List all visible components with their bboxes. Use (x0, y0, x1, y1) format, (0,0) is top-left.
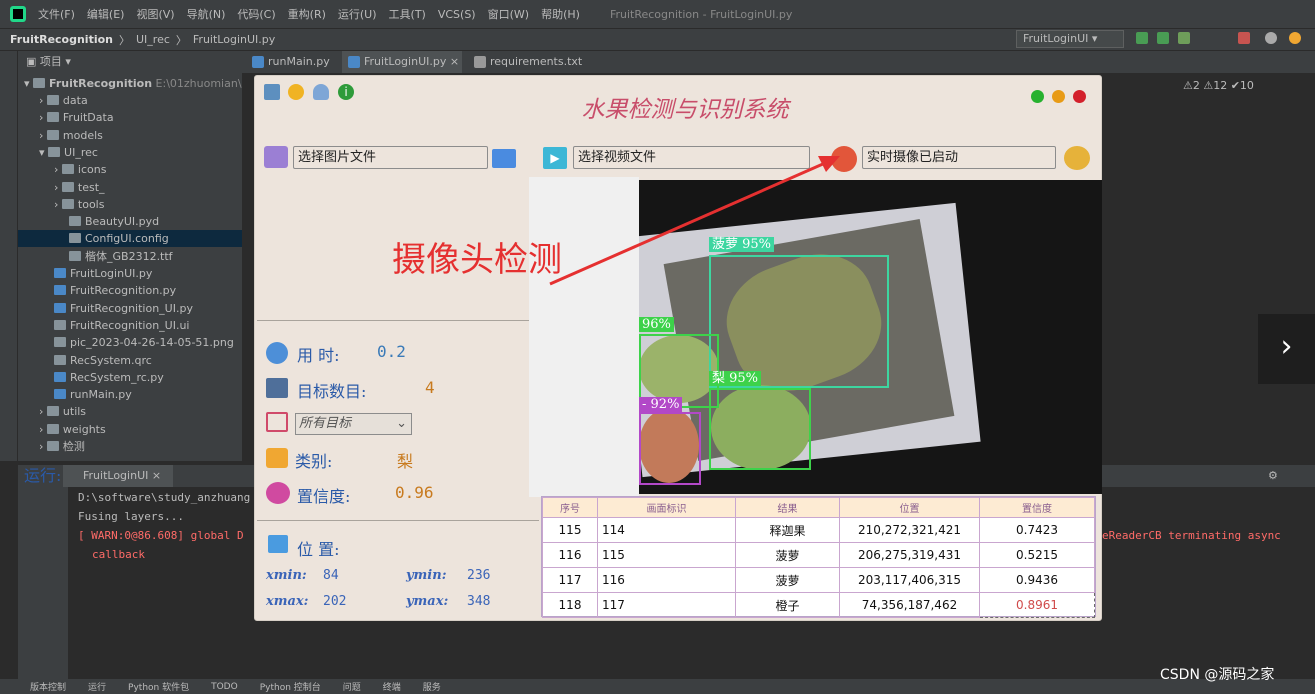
annotation-arrow (549, 156, 840, 286)
